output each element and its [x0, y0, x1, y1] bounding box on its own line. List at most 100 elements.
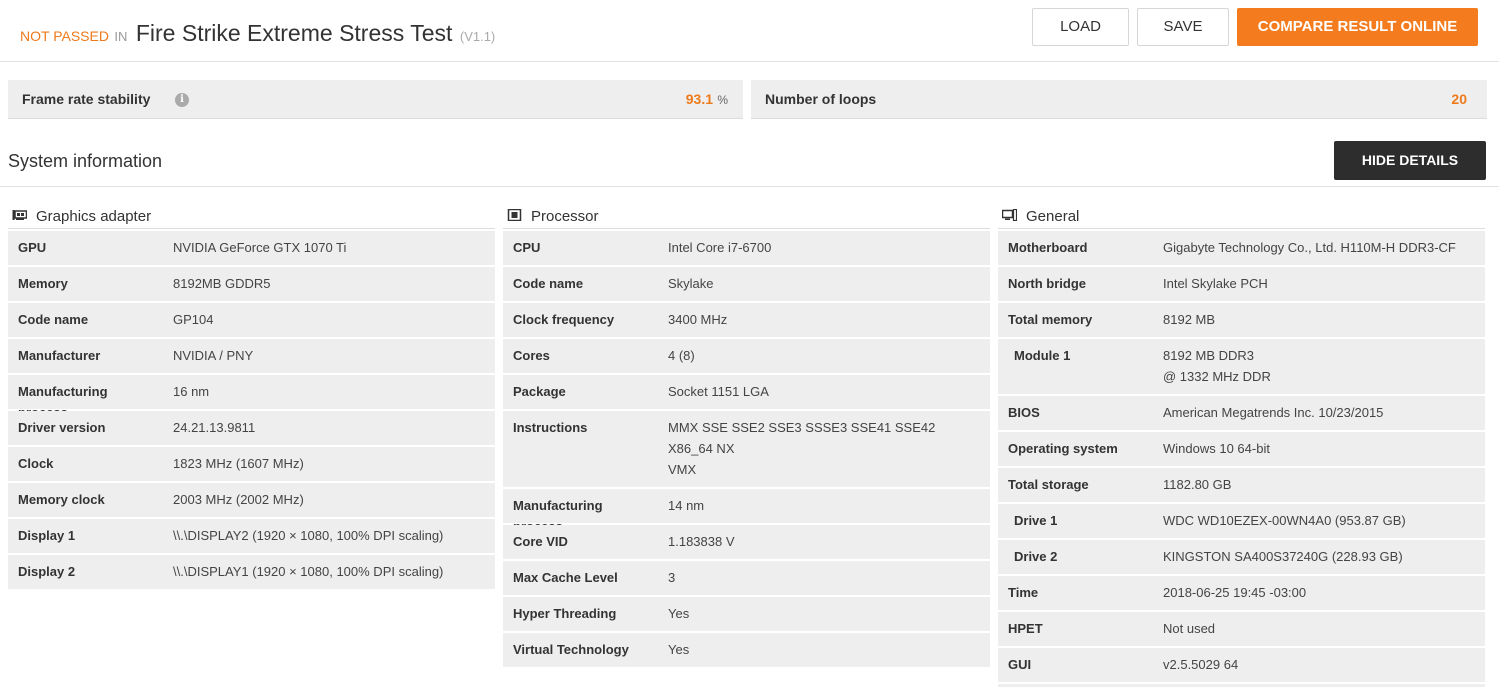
detail-label: Instructions: [513, 420, 588, 435]
processor-chip-icon: [507, 209, 522, 221]
divider: [0, 186, 1499, 187]
section-title: Graphics adapter: [36, 208, 152, 225]
detail-label: Driver version: [18, 420, 106, 435]
detail-row: CPU Intel Core i7-6700: [503, 231, 990, 265]
load-button[interactable]: LOAD: [1032, 8, 1129, 46]
frame-rate-stability-label: Frame rate stability: [22, 91, 151, 107]
detail-label: Package: [513, 384, 566, 399]
detail-row: Memory clock 2003 MHz (2002 MHz): [8, 483, 495, 517]
detail-value: MMX SSE SSE2 SSE3 SSSE3 SSE41 SSE42 X86_…: [668, 420, 936, 477]
detail-value: Skylake: [668, 276, 714, 291]
detail-label: Motherboard: [1008, 240, 1088, 255]
detail-row: Total storage 1182.80 GB: [998, 468, 1485, 502]
detail-row: Manufacturing process16 nm: [8, 375, 495, 420]
system-information-title: System information: [8, 151, 163, 171]
detail-row: GUI v2.5.5029 64: [998, 648, 1485, 682]
section-title: General: [1026, 208, 1080, 225]
detail-row: Display 1 \\.\DISPLAY2 (1920 × 1080, 100%…: [8, 519, 495, 553]
detail-label: Max Cache Level: [513, 570, 618, 585]
detail-value: Gigabyte Technology Co., Ltd. H110M-H DD…: [1163, 240, 1456, 255]
detail-label: Display 1: [18, 528, 76, 543]
detail-value: GP104: [173, 312, 214, 327]
detail-value: Yes: [668, 642, 690, 657]
detail-value: NVIDIA / PNY: [173, 348, 254, 363]
detail-label: Memory clock: [18, 492, 105, 507]
detail-value: 24.21.13.9811: [173, 420, 256, 435]
detail-label: Manufacturer: [18, 348, 101, 363]
general-section: General Motherboard Gigabyte Technology C…: [998, 205, 1485, 687]
in-label: IN: [114, 29, 128, 44]
detail-row: Clock 1823 MHz (1607 MHz): [8, 447, 495, 481]
detail-label: Drive 1: [1014, 513, 1058, 528]
detail-label: Code name: [18, 312, 89, 327]
detail-label: Clock frequency: [513, 312, 615, 327]
result-title: NOT PASSED IN Fire Strike Extreme Stress…: [20, 20, 495, 47]
detail-row: Instructions MMX SSE SSE2 SSE3 SSSE3 SSE4…: [503, 411, 990, 487]
computer-icon: [1002, 209, 1017, 221]
detail-row: BIOS American Megatrends Inc. 10/23/2015: [998, 396, 1485, 430]
graphics-card-icon: [12, 210, 27, 220]
section-header: Processor: [503, 205, 990, 229]
detail-value: 2003 MHz (2002 MHz): [173, 492, 304, 507]
detail-row: Hyper Threading Yes: [503, 597, 990, 631]
detail-value: 4 (8): [668, 348, 695, 363]
detail-label: Drive 2: [1014, 549, 1058, 564]
detail-label: Total storage: [1008, 477, 1089, 492]
detail-value: 8192 MB DDR3 @ 1332 MHz DDR: [1163, 348, 1271, 384]
info-icon[interactable]: i: [175, 93, 189, 107]
save-button[interactable]: SAVE: [1137, 8, 1229, 46]
detail-row: North bridge Intel Skylake PCH: [998, 267, 1485, 301]
detail-row: Motherboard Gigabyte Technology Co., Ltd.…: [998, 231, 1485, 265]
detail-label: Time: [1008, 585, 1039, 600]
compare-result-online-button[interactable]: COMPARE RESULT ONLINE: [1237, 8, 1478, 46]
detail-value: 1.183838 V: [668, 534, 735, 549]
detail-value: \\.\DISPLAY1 (1920 × 1080, 100% DPI scal…: [173, 564, 444, 579]
detail-value: Windows 10 64-bit: [1163, 441, 1270, 456]
detail-label: Clock: [18, 456, 54, 471]
processor-section: Processor CPU Intel Core i7-6700 Code name…: [503, 205, 990, 667]
detail-value: \\.\DISPLAY2 (1920 × 1080, 100% DPI scal…: [173, 528, 444, 543]
detail-label: Total memory: [1008, 312, 1093, 327]
number-of-loops-label: Number of loops: [765, 91, 877, 107]
detail-label: Core VID: [513, 534, 568, 549]
detail-value: 3400 MHz: [668, 312, 728, 327]
detail-label: CPU: [513, 240, 541, 255]
detail-label: BIOS: [1008, 405, 1040, 420]
frame-rate-stability-unit: %: [717, 93, 728, 107]
detail-label: Display 2: [18, 564, 76, 579]
detail-row: Drive 2 KINGSTON SA400S37240G (228.93 GB): [998, 540, 1485, 574]
detail-row: GPU NVIDIA GeForce GTX 1070 Ti: [8, 231, 495, 265]
detail-value: 14 nm: [668, 498, 705, 513]
detail-value: Yes: [668, 606, 690, 621]
detail-row: HPET Not used: [998, 612, 1485, 646]
detail-row: Driver version 24.21.13.9811: [8, 411, 495, 445]
detail-row: Package Socket 1151 LGA: [503, 375, 990, 409]
detail-value: Socket 1151 LGA: [668, 384, 769, 399]
detail-row: Max Cache Level 3: [503, 561, 990, 595]
graphics-adapter-section: Graphics adapter GPU NVIDIA GeForce GTX 1…: [8, 205, 495, 589]
detail-value: WDC WD10EZEX-00WN4A0 (953.87 GB): [1163, 513, 1406, 528]
detail-row: Total memory 8192 MB: [998, 303, 1485, 337]
detail-value: 2018-06-25 19:45 -03:00: [1163, 585, 1307, 600]
detail-row: Operating system Windows 10 64-bit: [998, 432, 1485, 466]
detail-row: Virtual Technology Yes: [503, 633, 990, 667]
detail-value: 8192MB GDDR5: [173, 276, 271, 291]
number-of-loops-value: 20: [1451, 91, 1467, 107]
detail-row: Manufacturer NVIDIA / PNY: [8, 339, 495, 373]
detail-row: Module 1 8192 MB DDR3 @ 1332 MHz DDR: [998, 339, 1485, 394]
detail-label: Module 1: [1014, 348, 1071, 363]
detail-value: NVIDIA GeForce GTX 1070 Ti: [173, 240, 347, 255]
detail-row: Memory 8192MB GDDR5: [8, 267, 495, 301]
detail-label: Hyper Threading: [513, 606, 617, 621]
detail-label: GPU: [18, 240, 47, 255]
hide-details-button[interactable]: HIDE DETAILS: [1334, 141, 1486, 180]
result-status: NOT PASSED: [20, 28, 109, 44]
detail-value: Intel Core i7-6700: [668, 240, 772, 255]
detail-label: HPET: [1008, 621, 1043, 636]
detail-value: 3: [668, 570, 676, 585]
detail-label: GUI: [1008, 657, 1032, 672]
test-name: Fire Strike Extreme Stress Test: [135, 20, 453, 46]
detail-label: North bridge: [1008, 276, 1086, 291]
number-of-loops-panel: Number of loops 20: [751, 80, 1487, 119]
test-version: (V1.1): [459, 29, 496, 44]
